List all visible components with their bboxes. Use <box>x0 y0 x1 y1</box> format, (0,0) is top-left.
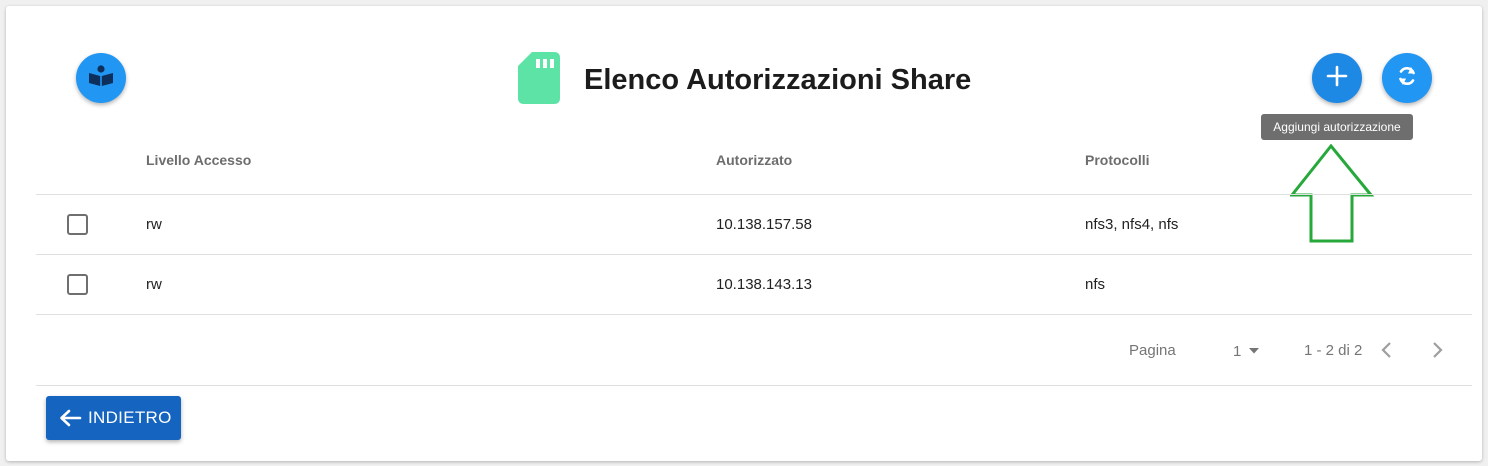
cell-autorizzato: 10.138.157.58 <box>716 216 812 233</box>
cell-protocolli: nfs <box>1085 276 1106 293</box>
page-select[interactable]: 1 <box>1233 342 1260 360</box>
row-checkbox[interactable] <box>67 214 88 235</box>
refresh-button[interactable] <box>1382 53 1432 103</box>
table-divider <box>36 194 1472 195</box>
cell-autorizzato: 10.138.143.13 <box>716 276 812 293</box>
plus-icon <box>1326 65 1348 92</box>
pagination-range: 1 - 2 di 2 <box>1304 342 1363 359</box>
pagination-label: Pagina <box>1129 342 1176 359</box>
back-button[interactable]: INDIETRO <box>46 396 181 440</box>
page-title: Elenco Autorizzazioni Share <box>584 63 972 96</box>
table-divider <box>36 314 1472 315</box>
book-reader-icon <box>88 64 114 92</box>
help-guide-button[interactable] <box>76 53 126 103</box>
page-header: Elenco Autorizzazioni Share <box>518 50 971 110</box>
arrow-up-outline-icon <box>1288 143 1375 249</box>
row-checkbox[interactable] <box>67 274 88 295</box>
column-header-livello-accesso[interactable]: Livello Accesso <box>146 152 251 168</box>
previous-page-button[interactable] <box>1380 341 1394 364</box>
caret-down-icon <box>1248 342 1260 360</box>
cell-livello-accesso: rw <box>146 216 162 233</box>
add-authorization-tooltip: Aggiungi autorizzazione <box>1261 114 1413 140</box>
add-authorization-button[interactable] <box>1312 53 1362 103</box>
page-select-value: 1 <box>1233 342 1242 360</box>
next-page-button[interactable] <box>1430 341 1444 364</box>
refresh-icon <box>1395 64 1419 93</box>
chevron-right-icon <box>1430 342 1444 363</box>
column-header-autorizzato[interactable]: Autorizzato <box>716 152 792 168</box>
cell-livello-accesso: rw <box>146 276 162 293</box>
footer-divider <box>36 385 1472 386</box>
cell-protocolli: nfs3, nfs4, nfs <box>1085 216 1179 233</box>
column-header-protocolli[interactable]: Protocolli <box>1085 152 1150 168</box>
sd-card-icon <box>518 51 560 109</box>
back-button-label: INDIETRO <box>88 408 172 427</box>
chevron-left-icon <box>1380 342 1394 363</box>
table-divider <box>36 254 1472 255</box>
arrow-left-icon <box>58 409 82 427</box>
